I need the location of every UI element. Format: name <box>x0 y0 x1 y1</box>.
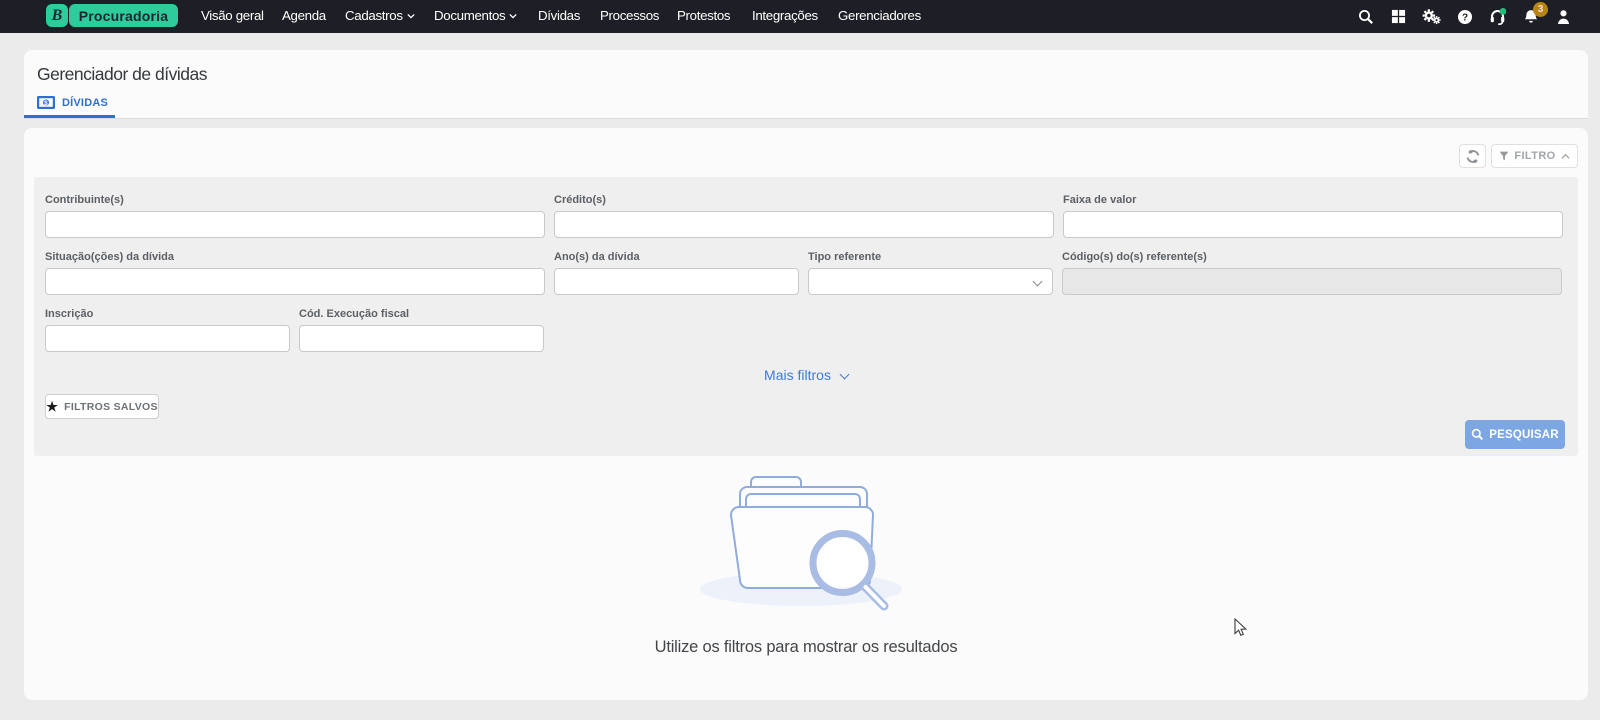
svg-text:?: ? <box>1461 12 1467 23</box>
svg-text:$: $ <box>44 100 48 107</box>
